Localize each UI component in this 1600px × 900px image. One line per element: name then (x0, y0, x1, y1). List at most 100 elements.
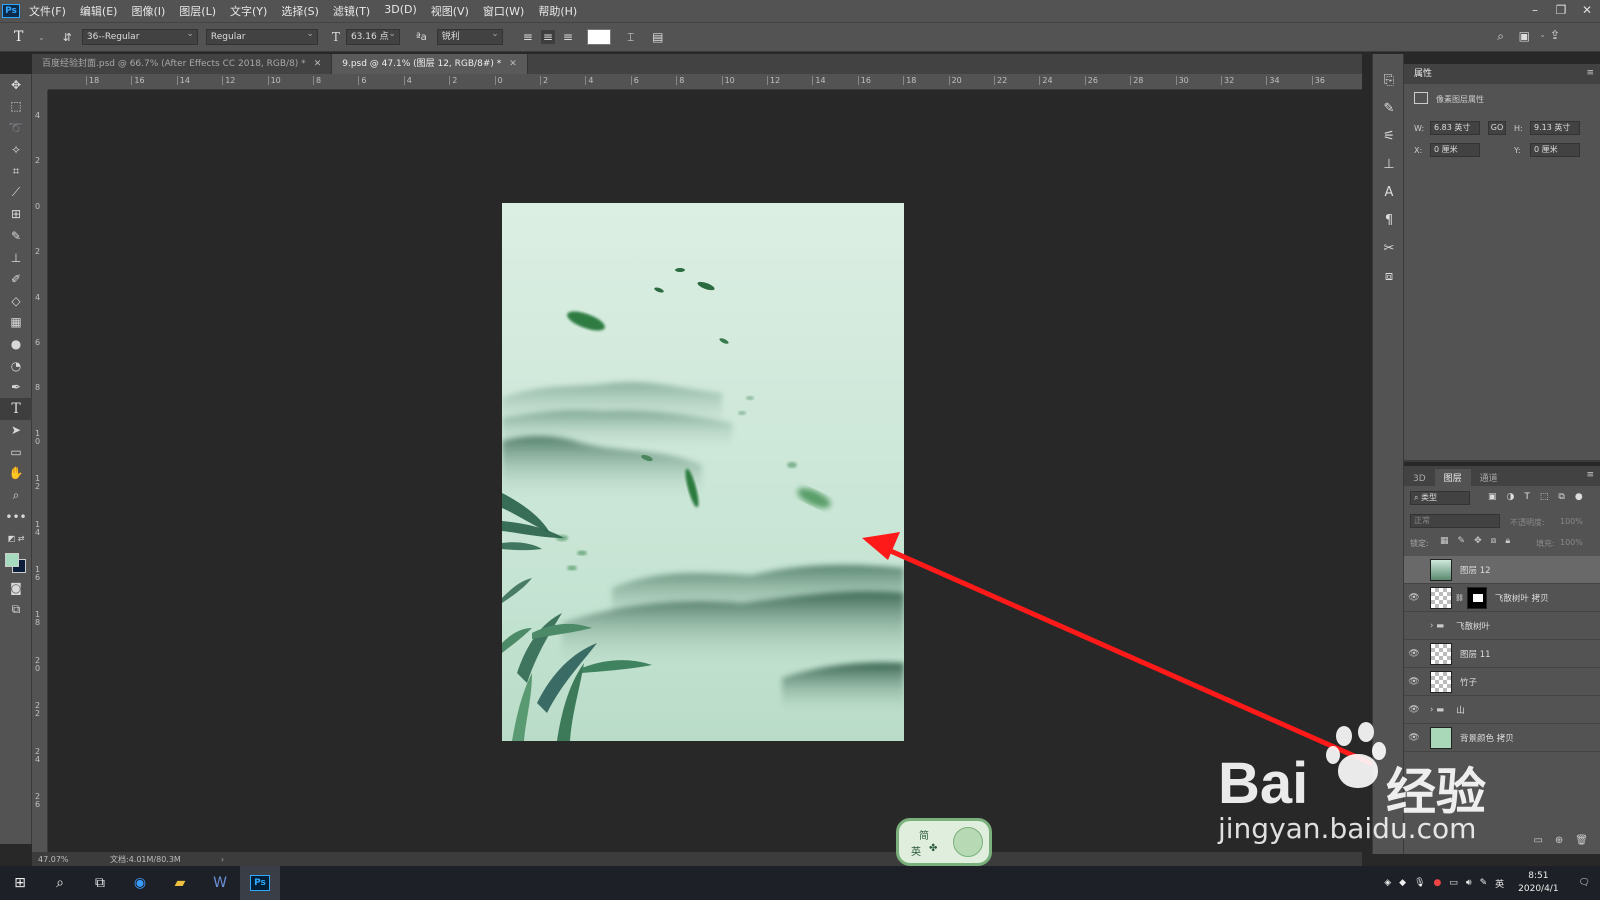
visibility-eye-icon[interactable]: 👁︎ (1404, 593, 1424, 603)
layer-thumbnail (1430, 670, 1452, 693)
windows-taskbar: ⊞ ⌕ ⧉ ◉ ▰ W Ps ◈ ◆ 🎙︎ ● ▭ 🔊︎ ✎ 英 8:51 20… (0, 866, 1600, 900)
lock-all-icon[interactable]: 🔒︎ (1505, 536, 1510, 546)
opacity-label: 不透明度: (1510, 518, 1545, 527)
ime-leaf-icon (953, 827, 983, 857)
panel-menu-icon[interactable]: ≡ (1586, 470, 1594, 480)
brush-panel-icon[interactable]: ✎ (1373, 94, 1405, 122)
x-label: X: (1414, 146, 1423, 155)
height-label: H: (1514, 124, 1523, 133)
adjustments-panel-icon[interactable]: ⚟ (1373, 122, 1405, 150)
microphone-icon[interactable]: 🎙︎ (1414, 878, 1425, 888)
fill-value[interactable]: 100% (1560, 538, 1583, 547)
y-label: Y: (1514, 146, 1521, 155)
layer-filter-select[interactable]: ⌕ 类型 (1410, 491, 1470, 505)
network-icon[interactable]: ▭ (1449, 878, 1458, 888)
export-panel-icon[interactable]: ⧈ (1373, 262, 1405, 290)
folder-icon[interactable]: › ▬ (1430, 705, 1444, 715)
height-input[interactable]: 9.13 英寸 (1530, 121, 1580, 135)
pixel-layer-icon (1414, 92, 1428, 104)
ime-mode-label: 简 (919, 831, 929, 842)
watermark-url: jingyan.baidu.com (1218, 812, 1477, 845)
windows-start-icon[interactable]: ⊞ (0, 866, 40, 900)
filter-adjustment-icon[interactable]: ◑ (1507, 492, 1515, 502)
layer-name: 飞散树叶 (1456, 621, 1491, 632)
width-input[interactable]: 6.83 英寸 (1430, 121, 1480, 135)
photoshop-app-icon[interactable]: Ps (240, 866, 280, 900)
layer-row[interactable]: › ▬ 飞散树叶 (1404, 612, 1600, 640)
width-label: W: (1414, 124, 1425, 133)
layer-row[interactable]: 👁︎ › ▬ 山 (1404, 696, 1600, 724)
lock-position-icon[interactable]: ✥ (1474, 536, 1482, 546)
lock-row: 锁定: ▦ ✎ ✥ ⧈ 🔒︎ 填充: 100% (1404, 532, 1600, 554)
opacity-value[interactable]: 100% (1560, 517, 1583, 526)
ime-punct-icon: ✤ (929, 843, 938, 854)
baidu-watermark: Bai 经验 jingyan.baidu.com (1218, 722, 1598, 872)
link-dimensions-button[interactable]: GO (1488, 121, 1506, 135)
clock[interactable]: 8:51 2020/4/1 (1518, 870, 1558, 896)
visibility-eye-icon[interactable]: 👁︎ (1404, 705, 1424, 715)
clock-date: 2020/4/1 (1518, 884, 1559, 894)
clone-source-icon[interactable]: ⊥ (1373, 150, 1405, 178)
panel-menu-icon[interactable]: ≡ (1586, 68, 1594, 78)
lock-icons: ▦ ✎ ✥ ⧈ 🔒︎ (1440, 536, 1510, 546)
layer-thumbnail (1430, 586, 1452, 609)
document-size: 文档:4.01M/80.3M (110, 854, 181, 864)
browser-icon[interactable]: ◉ (120, 866, 160, 900)
paragraph-panel-icon[interactable]: ¶ (1373, 206, 1405, 234)
filter-label: 类型 (1421, 493, 1438, 502)
lock-artboard-icon[interactable]: ⧈ (1491, 536, 1497, 546)
history-panel-icon[interactable]: ⎘ (1373, 66, 1405, 94)
watermark-brand: Bai (1218, 751, 1309, 816)
visibility-eye-icon[interactable]: 👁︎ (1404, 677, 1424, 687)
layer-name: 山 (1456, 705, 1465, 716)
character-panel-icon[interactable]: A (1373, 178, 1405, 206)
fill-label: 填充: (1536, 539, 1555, 548)
blend-row: 正常 不透明度: 100% (1404, 510, 1600, 532)
layer-row[interactable]: 👁︎ 图层 11 (1404, 640, 1600, 668)
layer-filter-row: ⌕ 类型 ▣ ◑ T ⬚ ⧉ ● (1404, 486, 1600, 510)
lock-pixels-icon[interactable]: ✎ (1458, 536, 1466, 546)
layer-name: 图层 12 (1460, 565, 1491, 576)
properties-panel: 属性 ≡ 像素图层属性 W: 6.83 英寸 GO H: 9.13 英寸 X: … (1404, 64, 1600, 462)
folder-icon[interactable]: › ▬ (1430, 621, 1444, 631)
search-icon[interactable]: ⌕ (40, 866, 80, 900)
clock-time: 8:51 (1528, 871, 1549, 881)
task-view-icon[interactable]: ⧉ (80, 866, 120, 900)
layers-panel-tabs: 3D 图层 通道 ≡ (1404, 466, 1600, 489)
notification-icon[interactable]: 🗨︎ (1579, 878, 1590, 888)
tool-presets-icon[interactable]: ✂ (1373, 234, 1405, 262)
filter-icons: ▣ ◑ T ⬚ ⧉ ● (1488, 492, 1583, 502)
status-bar: 47.07% 文档:4.01M/80.3M › (32, 852, 1362, 866)
chevron-right-icon[interactable]: › (221, 855, 224, 864)
y-input[interactable]: 0 厘米 (1530, 143, 1580, 157)
filter-shape-icon[interactable]: ⬚ (1540, 492, 1549, 502)
pen-icon[interactable]: ✎ (1480, 878, 1488, 888)
layer-name: 竹子 (1460, 677, 1478, 688)
link-icon[interactable]: ⛓︎ (1455, 594, 1464, 602)
tray-app-icon[interactable]: ◆ (1399, 878, 1406, 888)
ime-floating-badge[interactable]: 简 英 ✤ (896, 818, 992, 866)
properties-subtitle: 像素图层属性 (1436, 95, 1484, 104)
input-language[interactable]: 英 (1495, 877, 1504, 890)
lock-transparent-icon[interactable]: ▦ (1440, 536, 1449, 546)
layer-row[interactable]: 👁︎ ⛓︎ 飞散树叶 拷贝 (1404, 584, 1600, 612)
volume-icon[interactable]: 🔊︎ (1466, 878, 1472, 888)
filter-toggle-icon[interactable]: ● (1575, 492, 1583, 502)
tray-app-icon[interactable]: ● (1434, 878, 1442, 888)
visibility-eye-icon[interactable]: 👁︎ (1404, 649, 1424, 659)
tray-app-icon[interactable]: ◈ (1384, 878, 1391, 888)
file-explorer-icon[interactable]: ▰ (160, 866, 200, 900)
blend-mode-select[interactable]: 正常 (1410, 514, 1500, 528)
filter-smart-icon[interactable]: ⧉ (1558, 492, 1564, 502)
layer-name: 飞散树叶 拷贝 (1494, 593, 1549, 604)
layer-mask-thumbnail[interactable] (1466, 586, 1487, 609)
system-tray: ◈ ◆ 🎙︎ ● ▭ 🔊︎ ✎ 英 8:51 2020/4/1 🗨︎ (1380, 866, 1600, 900)
filter-pixel-icon[interactable]: ▣ (1488, 492, 1497, 502)
layer-row[interactable]: 👁︎ 竹子 (1404, 668, 1600, 696)
zoom-level[interactable]: 47.07% (38, 855, 110, 864)
properties-title: 属性 (1404, 64, 1600, 84)
layer-row[interactable]: 图层 12 (1404, 556, 1600, 584)
x-input[interactable]: 0 厘米 (1430, 143, 1480, 157)
filter-type-icon[interactable]: T (1524, 492, 1530, 502)
word-app-icon[interactable]: W (200, 866, 240, 900)
